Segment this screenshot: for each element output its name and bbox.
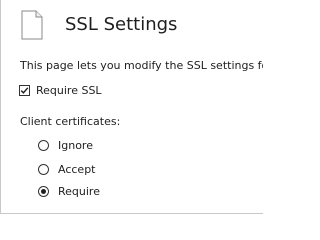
client-certificates-label: Client certificates:: [20, 115, 121, 128]
checkmark-icon: [20, 86, 29, 94]
radio-option-require[interactable]: Require: [38, 183, 100, 199]
radio-label-accept: Accept: [58, 162, 96, 176]
radio-button-require[interactable]: [38, 185, 49, 197]
radio-label-ignore: Ignore: [58, 138, 93, 152]
require-ssl-label: Require SSL: [36, 83, 102, 97]
require-ssl-checkbox-row[interactable]: Require SSL: [19, 82, 102, 98]
radio-option-ignore[interactable]: Ignore: [38, 137, 93, 153]
page-description: This page lets you modify the SSL settin…: [20, 59, 263, 72]
ssl-settings-panel: SSL Settings This page lets you modify t…: [0, 0, 263, 214]
radio-option-accept[interactable]: Accept: [38, 161, 96, 177]
document-icon: [21, 10, 43, 40]
require-ssl-checkbox[interactable]: [19, 84, 30, 96]
radio-button-accept[interactable]: [38, 163, 49, 175]
radio-label-require: Require: [58, 184, 100, 198]
radio-button-ignore[interactable]: [38, 139, 49, 151]
page-title: SSL Settings: [65, 14, 178, 35]
